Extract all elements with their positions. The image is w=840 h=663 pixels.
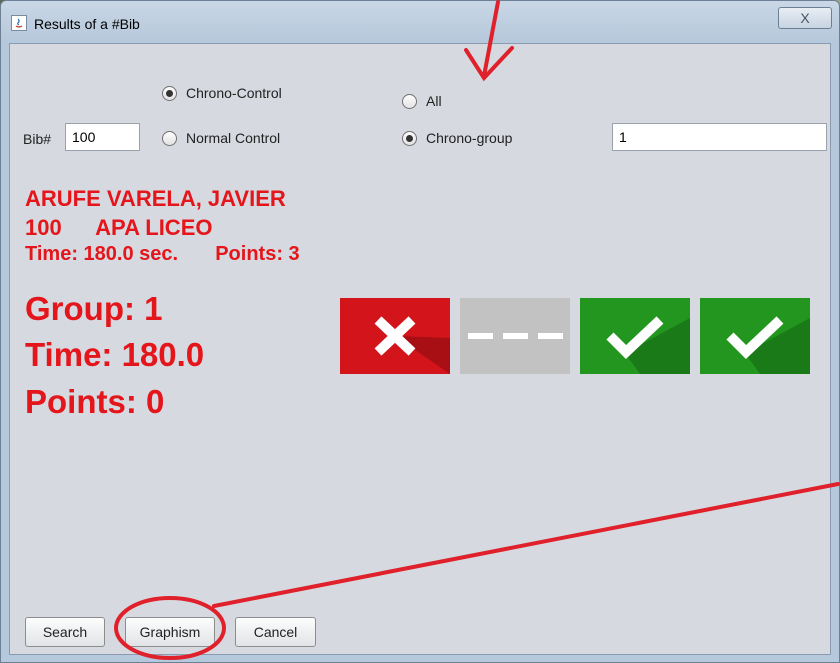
dash-icon [468,333,563,339]
group-heading: Group: 1 [25,290,163,327]
group-points: Points: 0 [25,383,165,420]
radio-indicator [402,93,417,109]
total-time: Time: 180.0 sec. [25,243,179,265]
competitor-club: APA LICEO [95,215,213,240]
competitor-bib-club: 100 APA LICEO [25,215,212,241]
radio-all[interactable]: All [402,93,442,109]
radio-normal-control[interactable]: Normal Control [162,130,280,146]
control-tile-fail [340,298,450,374]
title-bar[interactable]: Results of a #Bib X [1,1,839,43]
close-button[interactable]: X [778,7,832,29]
cancel-button[interactable]: Cancel [235,617,316,647]
radio-label: All [426,93,442,109]
bib-input[interactable]: 100 [65,123,140,151]
dialog-content: Chrono-Control Normal Control All Chrono… [9,43,831,655]
time-points-line: Time: 180.0 sec. Points: 3 [25,243,300,266]
radio-label: Chrono-group [426,130,513,146]
search-button[interactable]: Search [25,617,105,647]
competitor-bib: 100 [25,215,62,240]
radio-chrono-group[interactable]: Chrono-group [402,130,512,146]
group-input[interactable]: 1 [612,123,827,151]
radio-label: Normal Control [186,130,281,146]
control-tile-ok [580,298,690,374]
control-tile-none [460,298,570,374]
radio-indicator [402,130,417,146]
radio-label: Chrono-Control [186,85,282,101]
close-icon: X [800,10,810,26]
competitor-name: ARUFE VARELA, JAVIER [25,186,286,211]
group-time: Time: 180.0 [25,336,205,373]
graphism-button[interactable]: Graphism [125,617,215,647]
radio-chrono-control[interactable]: Chrono-Control [162,85,282,101]
bib-label: Bib# [23,131,52,147]
total-points: Points: 3 [215,243,300,265]
results-dialog: Results of a #Bib X Chrono-Control Norma… [0,0,840,663]
java-app-icon [11,15,27,31]
radio-indicator [162,85,177,101]
window-title: Results of a #Bib [34,16,140,32]
radio-indicator [162,130,177,146]
control-tile-ok [700,298,810,374]
